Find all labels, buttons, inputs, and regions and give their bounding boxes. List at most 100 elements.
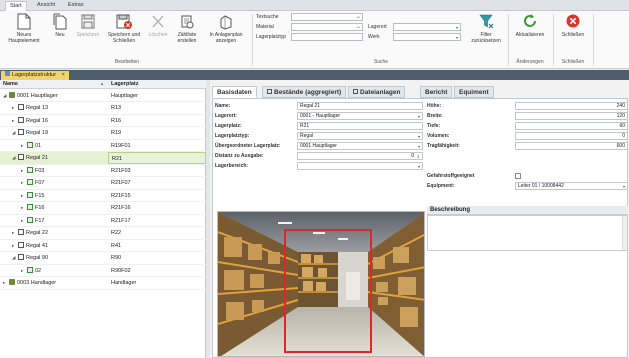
compartment-icon bbox=[27, 166, 33, 173]
tree-row-lagerplatz: R90F02 bbox=[111, 267, 131, 274]
tree-row[interactable]: ▸ F15 R21F15 bbox=[0, 190, 206, 202]
field-input[interactable]: R21 bbox=[297, 122, 423, 130]
new-main-element-button[interactable]: Neues Hauptelement bbox=[4, 13, 44, 44]
tree-row[interactable]: ◢ Regal 19 R19 bbox=[0, 127, 206, 140]
equipment-dropdown[interactable]: Leiter 01 / 10008442 ▾ bbox=[515, 182, 628, 190]
gefahrstoff-label: Gefahrstoffgeeignet bbox=[427, 173, 475, 179]
tree-row[interactable]: ▸ F07 R21F07 bbox=[0, 177, 206, 190]
field-dropdown[interactable]: ▾ bbox=[297, 162, 423, 170]
tree-row[interactable]: ▸ Regal 13 R13 bbox=[0, 102, 206, 115]
column-header-lagerplatz[interactable]: Lagerplatz bbox=[111, 81, 139, 87]
structure-icon bbox=[5, 71, 10, 76]
compartment-icon bbox=[27, 266, 33, 273]
tree-row[interactable]: ▸ F16 R21F16 bbox=[0, 202, 206, 215]
tree-row-name: 0003 Handlager bbox=[17, 280, 57, 286]
field-dropdown[interactable]: 0001 - Hauptlager ▾ bbox=[297, 112, 423, 120]
refresh-button[interactable]: Aktualisieren bbox=[510, 13, 550, 38]
gefahrstoff-checkbox[interactable] bbox=[515, 173, 521, 179]
lagerort-dropdown[interactable]: ▾ bbox=[393, 23, 461, 31]
detail-pane: Basisdaten Bestände (aggregiert) Dateian… bbox=[210, 80, 629, 358]
create-count-list-label: Zählliste erstellen bbox=[177, 32, 197, 44]
tree-row-name-cell: ▸ Regal 16 bbox=[12, 115, 48, 127]
lagerplatztyp-input[interactable] bbox=[291, 33, 363, 41]
create-count-list-button[interactable]: Zählliste erstellen bbox=[173, 13, 201, 44]
tree-row[interactable]: ▸ 01 R19F01 bbox=[0, 140, 206, 152]
scrollbar[interactable] bbox=[622, 216, 627, 250]
delete-button[interactable]: Löschen bbox=[145, 13, 171, 38]
ribbon-separator bbox=[593, 14, 594, 66]
close-tab-icon[interactable]: × bbox=[62, 72, 65, 78]
chevron-down-icon[interactable]: ▾ bbox=[418, 133, 420, 139]
tree-row[interactable]: ◢ 0001 Hauptlager Hauptlager bbox=[0, 90, 206, 102]
numeric-field[interactable]: 240 bbox=[515, 102, 628, 110]
column-header-name[interactable]: Name bbox=[3, 81, 18, 87]
group-label-schliessen: Schließen bbox=[561, 59, 585, 65]
textsuche-input[interactable]: ** bbox=[291, 13, 363, 21]
group-label-bearbeiten: Bearbeiten bbox=[114, 59, 140, 65]
field-label: Distanz zu Ausgabe: bbox=[215, 153, 264, 159]
compartment-icon bbox=[27, 141, 33, 148]
document-tab-bar: Lagerplatzstruktur × bbox=[0, 70, 629, 80]
ribbon-tab-ansicht[interactable]: Ansicht bbox=[33, 1, 59, 11]
tree-row[interactable]: ▸ Regal 16 R16 bbox=[0, 115, 206, 127]
tree-row-name-cell: ▸ 0003 Handlager bbox=[3, 277, 56, 289]
tree-row[interactable]: ▸ F03 R21F03 bbox=[0, 165, 206, 177]
spin-arrows-icon[interactable]: ⇕ bbox=[417, 153, 420, 159]
tree-row-name: Regal 16 bbox=[26, 117, 49, 124]
field-spinner[interactable]: 0 ⇕ bbox=[297, 152, 423, 160]
numeric-field[interactable]: 120 bbox=[515, 112, 628, 120]
chevron-down-icon[interactable]: ▾ bbox=[418, 163, 420, 169]
wildcard-marker: ** bbox=[356, 25, 360, 30]
chevron-down-icon[interactable]: ▾ bbox=[418, 113, 420, 119]
ribbon-tab-start[interactable]: Start bbox=[5, 1, 27, 11]
chevron-down-icon: ▾ bbox=[455, 35, 458, 40]
tree-row-lagerplatz: Hauptlager bbox=[111, 92, 138, 99]
document-tab-lagerplatzstruktur[interactable]: Lagerplatzstruktur × bbox=[1, 71, 69, 80]
save-and-close-button[interactable]: Speichern und Schließen bbox=[104, 13, 144, 44]
chevron-down-icon: ▾ bbox=[455, 25, 458, 30]
reset-filter-button[interactable]: Filter zurücksetzen bbox=[468, 13, 504, 44]
tree-row[interactable]: ▸ Regal 41 R41 bbox=[0, 240, 206, 252]
numeric-field[interactable]: 60 bbox=[515, 122, 628, 130]
tree-row[interactable]: ▸ Regal 22 R22 bbox=[0, 227, 206, 240]
ribbon: Neues Hauptelement Neu Speichern Speiche… bbox=[0, 11, 629, 69]
material-input[interactable]: ** bbox=[291, 23, 363, 31]
field-input[interactable]: Regal 21 bbox=[297, 102, 423, 110]
tree-row-name-cell: ▸ F17 bbox=[21, 215, 44, 227]
tab-bestaende[interactable]: Bestände (aggregiert) bbox=[262, 86, 347, 98]
tab-dateianlagen[interactable]: Dateianlagen bbox=[348, 86, 406, 98]
field-dropdown[interactable]: Regal ▾ bbox=[297, 132, 423, 140]
tree-row[interactable]: ◢ Regal 90 R90 bbox=[0, 252, 206, 265]
save-button[interactable]: Speichern bbox=[74, 13, 102, 38]
new-document-icon bbox=[17, 13, 31, 30]
beschreibung-header: Beschreibung bbox=[427, 206, 628, 215]
tab-bericht[interactable]: Bericht bbox=[420, 86, 453, 98]
tree-row[interactable]: ▸ F17 R21F17 bbox=[0, 215, 206, 227]
show-in-plant-plan-button[interactable]: In Anlagenplan anzeigen bbox=[204, 13, 248, 44]
tab-basisdaten[interactable]: Basisdaten bbox=[212, 86, 257, 98]
tab-bestaende-label: Bestände (aggregiert) bbox=[274, 89, 342, 96]
beschreibung-textarea[interactable] bbox=[427, 215, 628, 251]
tree-row-name-cell: ▸ F15 bbox=[21, 190, 44, 202]
save-icon bbox=[81, 14, 95, 29]
ribbon-tab-extras[interactable]: Extras bbox=[64, 1, 88, 11]
tree-row[interactable]: ▸ 02 R90F02 bbox=[0, 265, 206, 277]
werk-dropdown[interactable]: ▾ bbox=[393, 33, 461, 41]
numeric-field[interactable]: 600 bbox=[515, 142, 628, 150]
detail-tabs: Basisdaten Bestände (aggregiert) Dateian… bbox=[210, 86, 629, 98]
tree-row[interactable]: ◢ Regal 21 R21 bbox=[0, 152, 206, 165]
tree-row-name-cell: ▸ Regal 13 bbox=[12, 102, 48, 114]
close-icon bbox=[566, 14, 580, 28]
tree-row[interactable]: ▸ 0003 Handlager Handlager bbox=[0, 277, 206, 290]
warehouse-icon bbox=[9, 279, 15, 285]
tab-equiment[interactable]: Equiment bbox=[454, 86, 494, 98]
refresh-icon bbox=[524, 14, 536, 27]
numeric-field[interactable]: 0 bbox=[515, 132, 628, 140]
document-tab-label: Lagerplatzstruktur bbox=[12, 72, 57, 78]
chevron-down-icon[interactable]: ▾ bbox=[418, 143, 420, 149]
field-dropdown[interactable]: 0001 Hauptlager ▾ bbox=[297, 142, 423, 150]
compartment-icon bbox=[27, 191, 33, 198]
new-button[interactable]: Neu bbox=[50, 13, 70, 38]
close-button[interactable]: Schließen bbox=[556, 13, 590, 38]
shelf-icon bbox=[18, 229, 24, 235]
